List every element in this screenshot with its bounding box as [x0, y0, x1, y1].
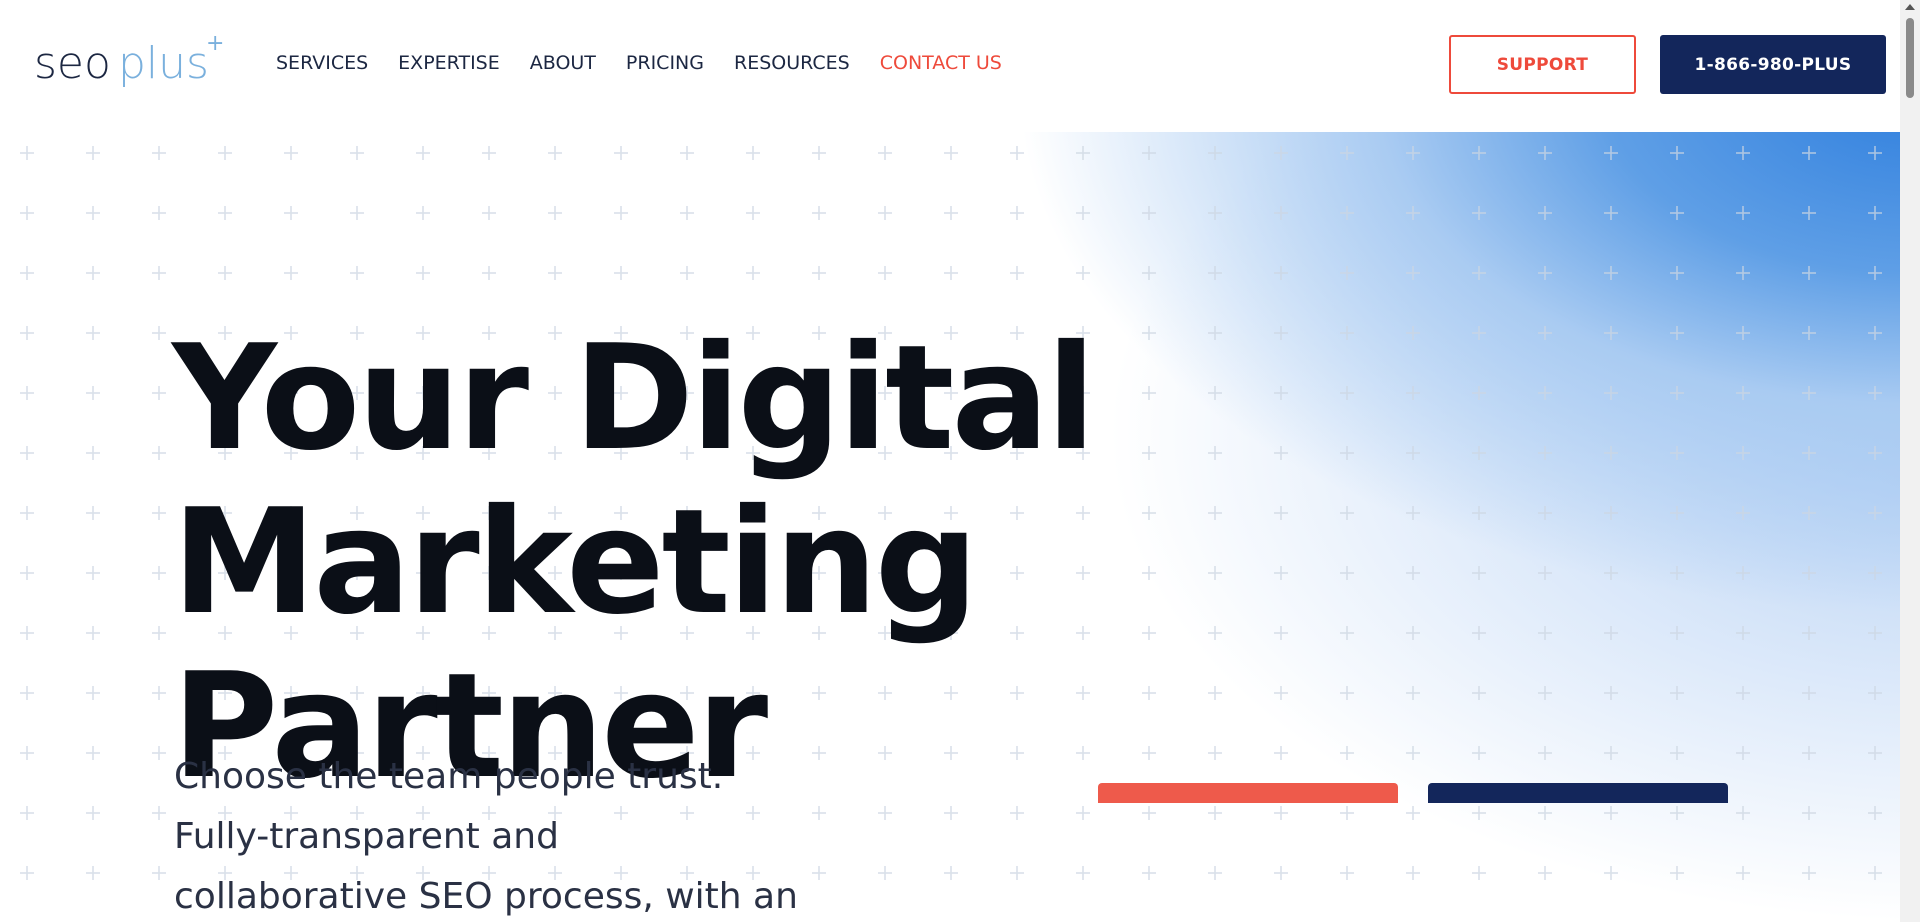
hero-subtext-line-2: Fully-transparent and: [174, 816, 559, 857]
page-scrollbar[interactable]: [1900, 0, 1920, 922]
logo-plus-icon: +: [206, 32, 224, 56]
nav-contact-us[interactable]: CONTACT US: [880, 52, 1002, 74]
nav-services[interactable]: SERVICES: [276, 52, 368, 74]
hero-cta-primary-button[interactable]: [1098, 783, 1398, 803]
hero-headline-line-1: Your Digital: [172, 314, 1096, 483]
scroll-up-arrow-icon[interactable]: [1905, 4, 1915, 10]
hero-cta-secondary-button[interactable]: [1428, 783, 1728, 803]
phone-button[interactable]: 1-866-980-PLUS: [1660, 35, 1886, 94]
site-header: seo plus + SERVICES EXPERTISE ABOUT PRIC…: [0, 0, 1900, 132]
hero-section: Your Digital Marketing Partner Choose th…: [0, 132, 1900, 922]
main-nav: SERVICES EXPERTISE ABOUT PRICING RESOURC…: [276, 52, 1032, 74]
scrollbar-thumb[interactable]: [1906, 18, 1914, 98]
hero-headline: Your Digital Marketing Partner: [172, 317, 1472, 809]
hero-subtext-line-1: Choose the team people trust.: [174, 756, 724, 797]
nav-about[interactable]: ABOUT: [530, 52, 596, 74]
hero-subtext-line-3: collaborative SEO process, with an: [174, 876, 798, 917]
logo-text-main: seo: [34, 38, 111, 89]
nav-expertise[interactable]: EXPERTISE: [398, 52, 500, 74]
hero-subtext: Choose the team people trust. Fully-tran…: [174, 747, 834, 922]
support-button[interactable]: SUPPORT: [1449, 35, 1636, 94]
logo-text-accent: plus: [118, 38, 209, 89]
nav-pricing[interactable]: PRICING: [626, 52, 704, 74]
nav-resources[interactable]: RESOURCES: [734, 52, 850, 74]
seoplus-logo-mark: seo plus +: [34, 32, 224, 89]
seoplus-logo[interactable]: seo plus +: [34, 32, 224, 94]
